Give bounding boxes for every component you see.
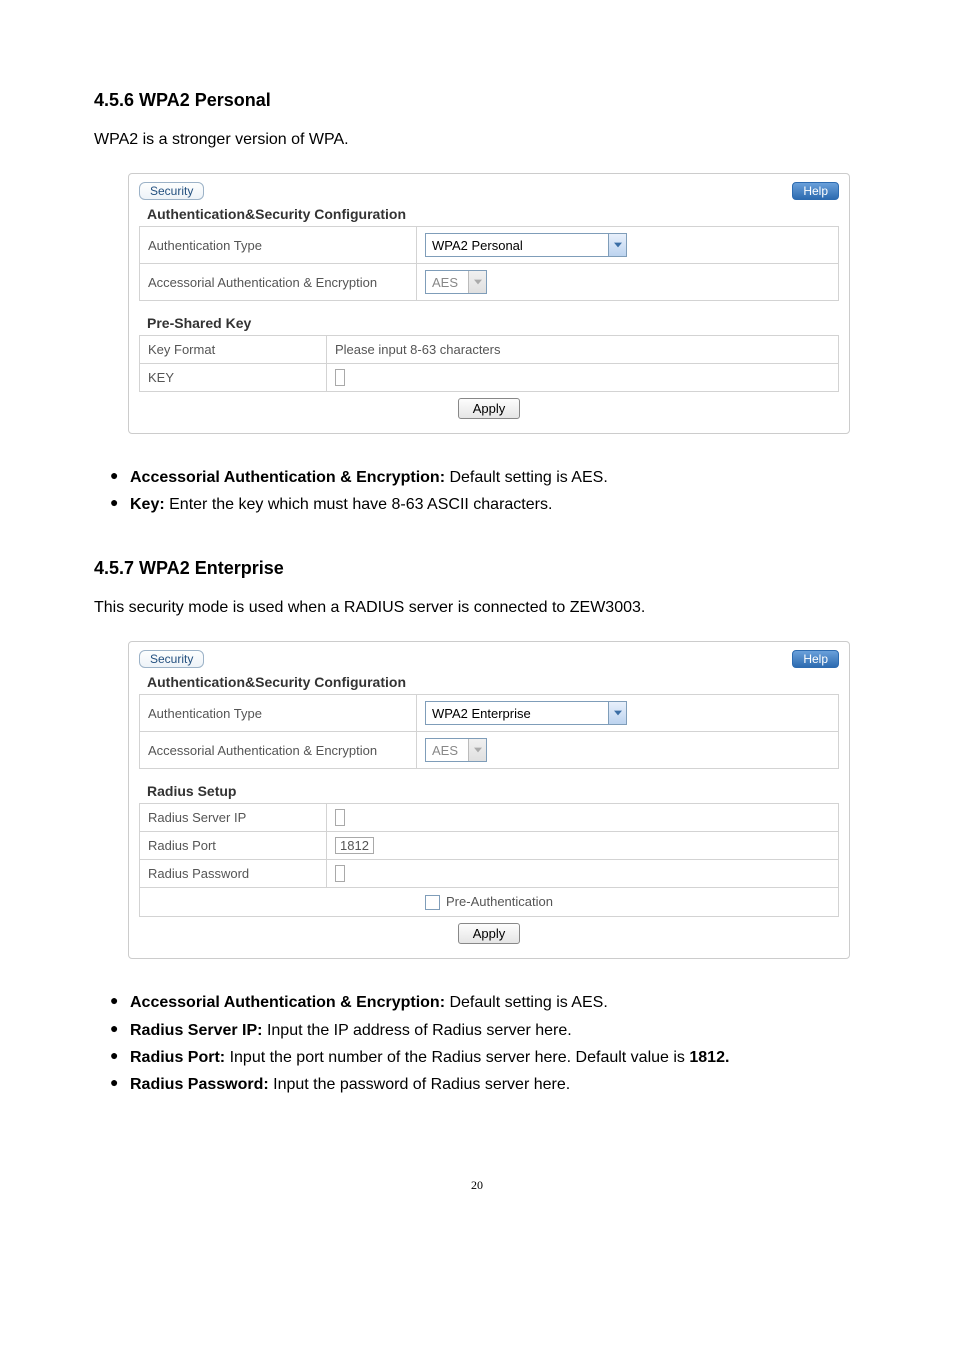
security-panel-wpa2-personal: Security Help Authentication&Security Co… [128, 173, 850, 434]
preauth-label: Pre-Authentication [446, 894, 553, 909]
encryption-select: AES [425, 270, 487, 294]
bullet-desc: Input the password of Radius server here… [269, 1076, 571, 1093]
encryption-value: AES [426, 275, 468, 290]
bullets-456: Accessorial Authentication & Encryption:… [94, 464, 860, 518]
chevron-down-icon [608, 234, 626, 256]
bullet-term: Accessorial Authentication & Encryption: [130, 469, 445, 486]
bullet-term: Radius Port: [130, 1049, 225, 1066]
keyformat-label: Key Format [140, 336, 327, 364]
bullet-term: Radius Password: [130, 1076, 269, 1093]
auth-config-table: Authentication Type WPA2 Personal Access… [139, 226, 839, 301]
auth-config-heading: Authentication&Security Configuration [147, 674, 839, 690]
help-button[interactable]: Help [792, 182, 839, 200]
auth-type-label: Authentication Type [140, 695, 417, 732]
intro-457: This security mode is used when a RADIUS… [94, 599, 860, 617]
radius-ip-input[interactable] [335, 809, 345, 826]
auth-type-value: WPA2 Personal [426, 238, 608, 253]
encryption-label: Accessorial Authentication & Encryption [140, 732, 417, 769]
section-heading-457: 4.5.7 WPA2 Enterprise [94, 558, 860, 579]
security-tab[interactable]: Security [139, 182, 204, 200]
bullet-desc: Enter the key which must have 8-63 ASCII… [165, 496, 553, 513]
auth-config-table: Authentication Type WPA2 Enterprise Acce… [139, 694, 839, 769]
bullet-desc: Input the IP address of Radius server he… [263, 1022, 572, 1039]
chevron-down-icon [468, 271, 486, 293]
key-label: KEY [140, 364, 327, 392]
encryption-select: AES [425, 738, 487, 762]
keyformat-value: Please input 8-63 characters [327, 336, 839, 364]
psk-heading: Pre-Shared Key [147, 315, 839, 331]
radius-pw-label: Radius Password [140, 860, 327, 888]
radius-heading: Radius Setup [147, 783, 839, 799]
radius-ip-label: Radius Server IP [140, 804, 327, 832]
radius-port-input[interactable]: 1812 [335, 837, 374, 854]
bullets-457: Accessorial Authentication & Encryption:… [94, 989, 860, 1098]
chevron-down-icon [608, 702, 626, 724]
bullet-term: Key: [130, 496, 165, 513]
key-input[interactable] [335, 369, 345, 386]
encryption-value: AES [426, 743, 468, 758]
security-tab[interactable]: Security [139, 650, 204, 668]
bullet-term: Radius Server IP: [130, 1022, 263, 1039]
bullet-desc: Input the port number of the Radius serv… [225, 1049, 689, 1066]
apply-button[interactable]: Apply [458, 923, 521, 944]
bullet-term: Accessorial Authentication & Encryption: [130, 994, 445, 1011]
auth-type-select[interactable]: WPA2 Enterprise [425, 701, 627, 725]
auth-config-heading: Authentication&Security Configuration [147, 206, 839, 222]
chevron-down-icon [468, 739, 486, 761]
auth-type-value: WPA2 Enterprise [426, 706, 608, 721]
bullet-term2: 1812. [689, 1049, 729, 1066]
radius-table: Radius Server IP Radius Port 1812 Radius… [139, 803, 839, 917]
intro-456: WPA2 is a stronger version of WPA. [94, 131, 860, 149]
page-number: 20 [94, 1178, 860, 1193]
help-button[interactable]: Help [792, 650, 839, 668]
psk-table: Key Format Please input 8-63 characters … [139, 335, 839, 392]
security-panel-wpa2-enterprise: Security Help Authentication&Security Co… [128, 641, 850, 959]
apply-button[interactable]: Apply [458, 398, 521, 419]
radius-port-label: Radius Port [140, 832, 327, 860]
bullet-desc: Default setting is AES. [445, 469, 608, 486]
bullet-desc: Default setting is AES. [445, 994, 608, 1011]
auth-type-select[interactable]: WPA2 Personal [425, 233, 627, 257]
section-heading-456: 4.5.6 WPA2 Personal [94, 90, 860, 111]
radius-pw-input[interactable] [335, 865, 345, 882]
auth-type-label: Authentication Type [140, 227, 417, 264]
preauth-checkbox[interactable] [425, 895, 440, 910]
encryption-label: Accessorial Authentication & Encryption [140, 264, 417, 301]
